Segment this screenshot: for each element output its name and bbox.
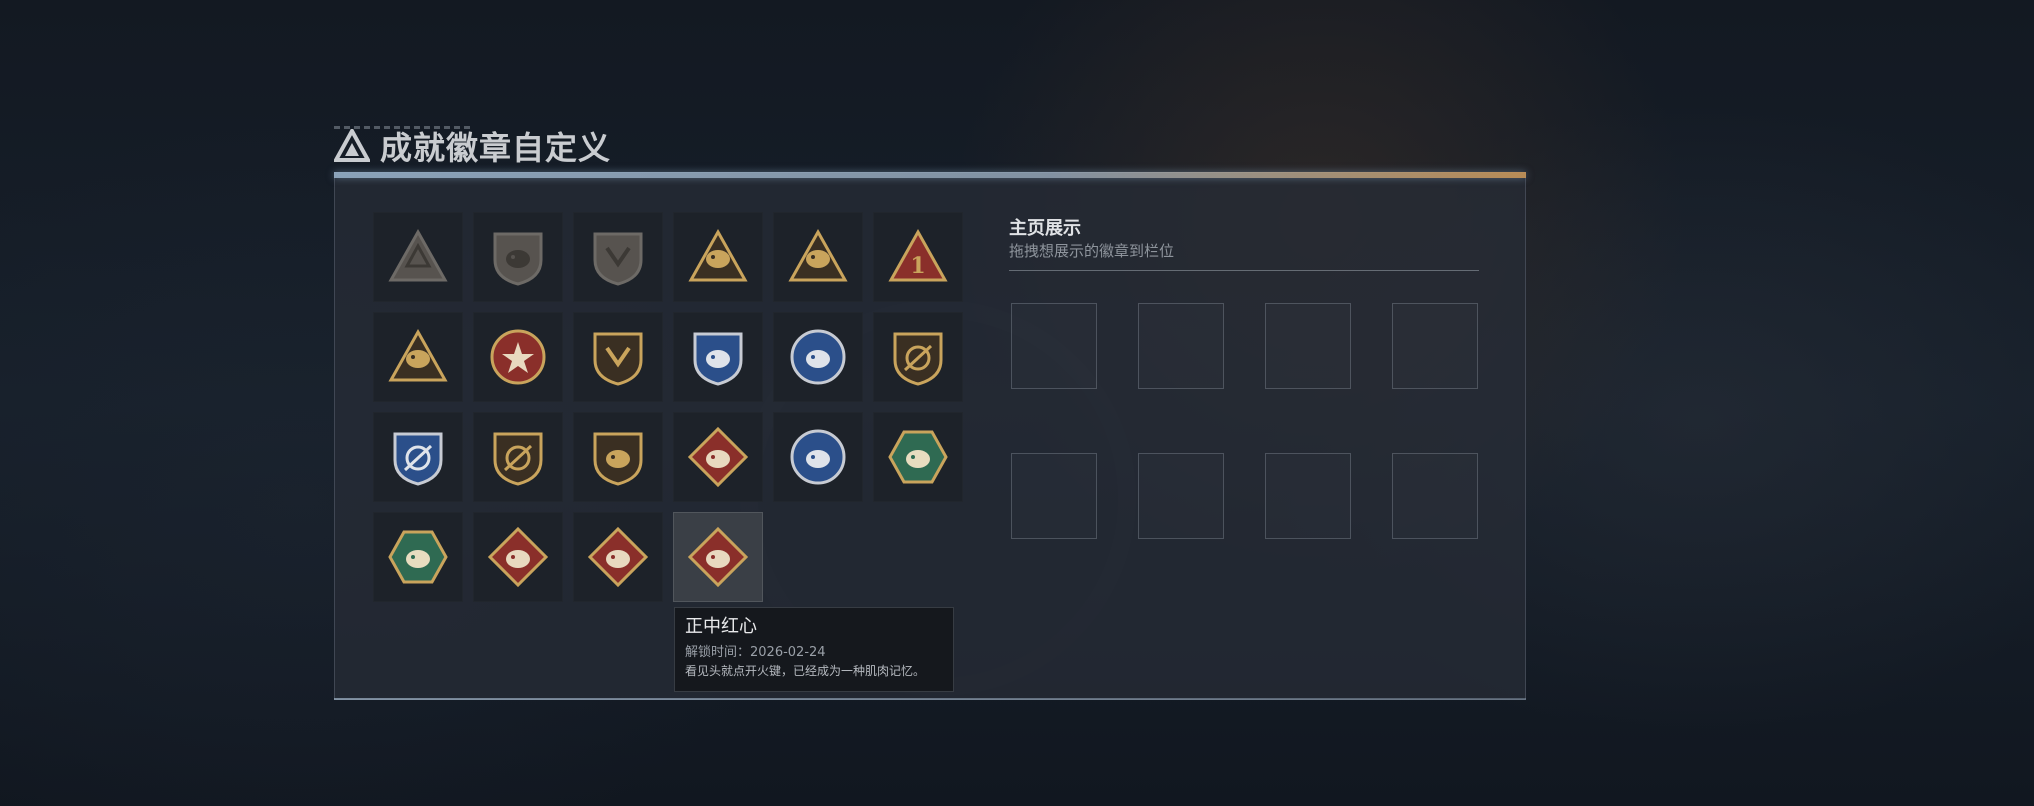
gray-shield-arrow-badge-icon — [593, 232, 643, 286]
badge-cell[interactable] — [873, 312, 963, 402]
gold-rifle-shield-badge-icon — [593, 432, 643, 486]
showcase-slot[interactable] — [1011, 453, 1097, 539]
showcase-title: 主页展示 — [1009, 218, 1081, 239]
badge-cell[interactable] — [373, 412, 463, 502]
gold-triangle-boat-badge-icon — [788, 228, 848, 282]
badge-tooltip: 正中红心 解锁时间：2026-02-24 看见头就点开火键，已经成为一种肌肉记忆… — [674, 607, 954, 692]
red-diamond-wolf-badge-icon — [687, 426, 749, 488]
badge-cell[interactable] — [573, 412, 663, 502]
red-diamond-crocodile-badge-icon — [687, 526, 749, 588]
badge-cell[interactable] — [373, 312, 463, 402]
badge-cell[interactable] — [673, 512, 763, 602]
red-star-medal-badge-icon — [490, 329, 546, 385]
badge-cell[interactable] — [373, 212, 463, 302]
tooltip-unlock-label: 解锁时间： — [685, 645, 751, 660]
showcase-slot[interactable] — [1138, 453, 1224, 539]
green-hexagon-gun-badge-icon — [388, 530, 448, 584]
badge-grid: 1 — [373, 212, 963, 602]
blue-crosshair-shield-badge-icon — [393, 432, 443, 486]
showcase-slot[interactable] — [1011, 303, 1097, 389]
gold-shield-chevron-badge-icon — [593, 332, 643, 386]
tooltip-unlock-time: 解锁时间：2026-02-24 — [685, 644, 943, 661]
tooltip-badge-name: 正中红心 — [685, 616, 757, 637]
panel-bottom-border — [334, 698, 1526, 700]
showcase-divider — [1009, 270, 1479, 271]
badge-cell[interactable]: 1 — [873, 212, 963, 302]
badge-cell[interactable] — [773, 312, 863, 402]
page-title: 成就徽章自定义 — [380, 129, 612, 167]
badge-cell[interactable] — [773, 212, 863, 302]
showcase-slot[interactable] — [1392, 303, 1478, 389]
badge-cell[interactable] — [773, 412, 863, 502]
badge-cell[interactable] — [873, 412, 963, 502]
gold-triangle-figures-badge-icon — [388, 328, 448, 382]
gold-triangle-hourglass-badge-icon — [688, 228, 748, 282]
page-header: 成就徽章自定义 — [334, 124, 611, 168]
blue-skull-medal-badge-icon — [790, 329, 846, 385]
blue-eagle-shield-badge-icon — [693, 332, 743, 386]
showcase-slot-grid — [1011, 303, 1478, 539]
badge-cell[interactable] — [473, 512, 563, 602]
showcase-slot[interactable] — [1265, 303, 1351, 389]
tooltip-description: 看见头就点开火键，已经成为一种肌肉记忆。 — [685, 664, 926, 678]
svg-text:1: 1 — [910, 253, 925, 279]
badge-cell[interactable] — [373, 512, 463, 602]
tooltip-unlock-date: 2026-02-24 — [750, 645, 826, 660]
showcase-slot[interactable] — [1138, 303, 1224, 389]
showcase-slot[interactable] — [1265, 453, 1351, 539]
red-diamond-runner-badge-icon — [587, 526, 649, 588]
badge-cell[interactable] — [673, 312, 763, 402]
red-triangle-number-one-badge-icon: 1 — [888, 228, 948, 282]
green-hexagon-wasp-badge-icon — [888, 430, 948, 484]
badge-cell[interactable] — [673, 212, 763, 302]
badge-cell[interactable] — [473, 212, 563, 302]
triangle-logo-icon — [334, 129, 370, 162]
blue-circle-eagle-badge-icon — [790, 429, 846, 485]
gold-scope-shield-badge-icon — [493, 432, 543, 486]
badge-cell[interactable] — [473, 312, 563, 402]
gray-helicopter-badge-icon — [493, 232, 543, 286]
red-diamond-dragon-badge-icon — [487, 526, 549, 588]
showcase-subtitle: 拖拽想展示的徽章到栏位 — [1009, 242, 1175, 260]
badge-cell[interactable] — [573, 512, 663, 602]
badge-cell[interactable] — [573, 312, 663, 402]
badge-cell[interactable] — [673, 412, 763, 502]
gold-crosshair-shield-badge-icon — [893, 332, 943, 386]
badge-cell[interactable] — [573, 212, 663, 302]
gray-shield-triangle-badge-icon — [388, 228, 448, 282]
showcase-slot[interactable] — [1392, 453, 1478, 539]
panel-top-border — [334, 172, 1526, 178]
badge-cell[interactable] — [473, 412, 563, 502]
